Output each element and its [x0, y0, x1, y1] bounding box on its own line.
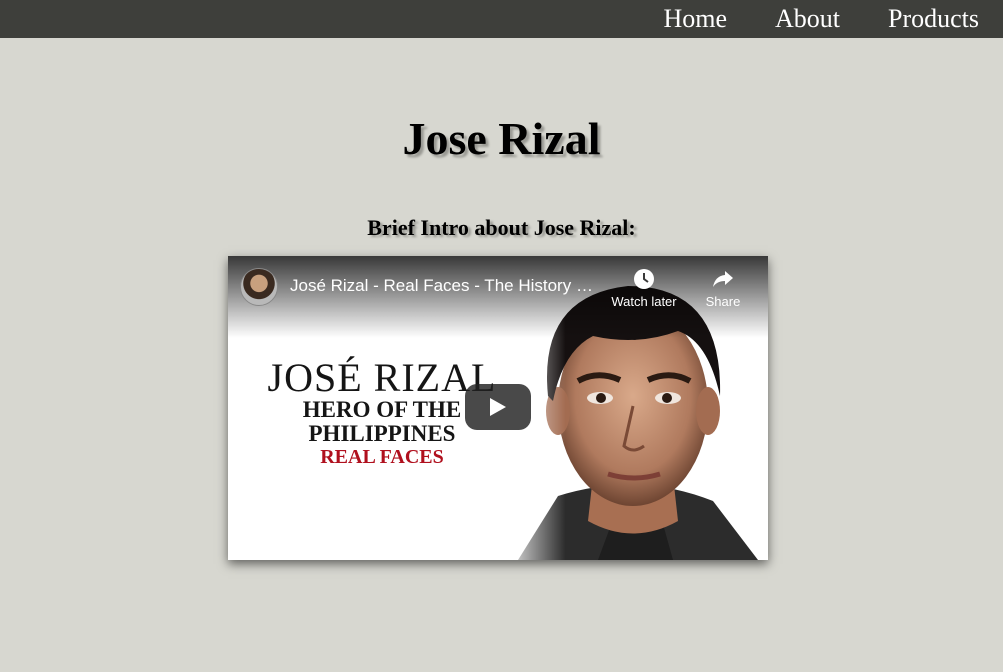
- watch-later-button[interactable]: Watch later: [607, 268, 681, 309]
- youtube-video-embed[interactable]: JOSÉ RIZAL HERO OF THE PHILIPPINES REAL …: [228, 256, 768, 560]
- page-title: Jose Rizal: [402, 113, 601, 164]
- video-header: José Rizal - Real Faces - The History of…: [228, 256, 768, 338]
- share-icon: [713, 271, 733, 287]
- page-subtitle: Brief Intro about Jose Rizal:: [367, 215, 636, 240]
- play-button[interactable]: [465, 384, 531, 430]
- nav-about[interactable]: About: [775, 2, 840, 36]
- play-icon: [490, 398, 506, 416]
- nav-home[interactable]: Home: [663, 2, 727, 36]
- top-navbar: Home About Products: [0, 0, 1003, 38]
- share-label: Share: [705, 294, 741, 309]
- video-title[interactable]: José Rizal - Real Faces - The History of…: [290, 276, 600, 296]
- share-button[interactable]: Share: [698, 268, 748, 309]
- poster-line-4: REAL FACES: [320, 446, 444, 468]
- nav-products[interactable]: Products: [888, 2, 979, 36]
- clock-icon: [634, 269, 654, 289]
- channel-avatar[interactable]: [240, 268, 278, 306]
- watch-later-label: Watch later: [611, 294, 677, 309]
